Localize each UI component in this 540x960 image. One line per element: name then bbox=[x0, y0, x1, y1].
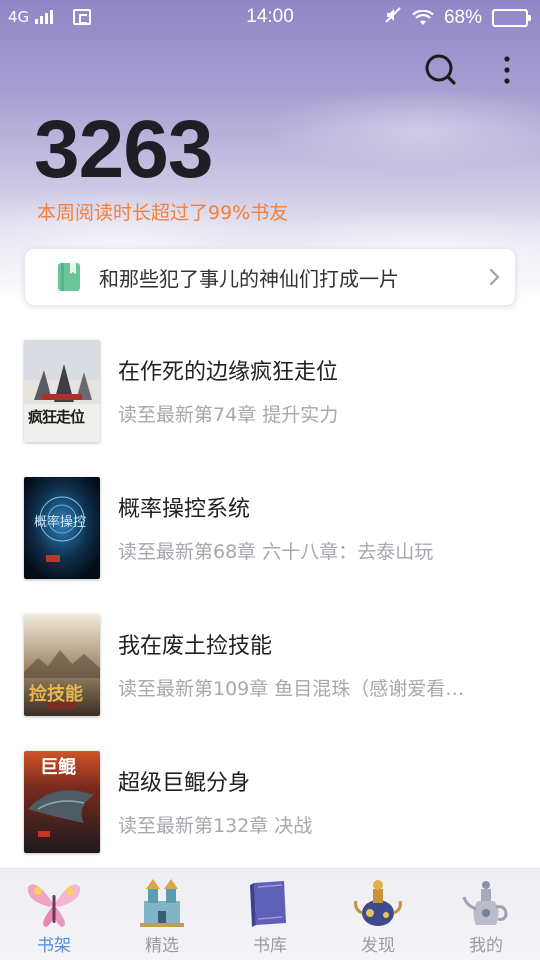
book-cover[interactable]: 捡技能 bbox=[24, 614, 100, 716]
mute-icon bbox=[384, 6, 402, 29]
book-icon bbox=[240, 875, 300, 931]
cover-title: 概率操控 bbox=[34, 515, 87, 530]
tab-label: 发现 bbox=[361, 936, 395, 956]
tab-library[interactable]: 书库 bbox=[216, 869, 324, 960]
cover-title: 疯狂走位 bbox=[28, 408, 85, 426]
book-progress: 读至最新第109章 鱼目混珠（感谢爱看… bbox=[118, 678, 465, 700]
reading-rank-text: 本周阅读时长超过了99%书友 bbox=[37, 202, 289, 224]
green-book-icon bbox=[57, 262, 81, 292]
book-cover[interactable]: 疯狂走位 bbox=[24, 340, 100, 442]
cover-title: 捡技能 bbox=[29, 684, 83, 705]
book-title: 在作死的边缘疯狂走位 bbox=[118, 360, 339, 385]
chevron-right-icon bbox=[475, 268, 515, 286]
tab-label: 我的 bbox=[469, 936, 503, 956]
banner-text: 和那些犯了事儿的神仙们打成一片 bbox=[99, 266, 399, 291]
tab-label: 书库 bbox=[253, 936, 287, 956]
bottom-tab-bar: 书架 精选 书库 发现 我的 bbox=[0, 868, 540, 960]
battery-icon bbox=[492, 8, 531, 27]
battery-percent: 68% bbox=[443, 6, 482, 28]
book-cover[interactable]: 概率操控 bbox=[24, 477, 100, 579]
tab-discover[interactable]: 发现 bbox=[324, 869, 432, 960]
tab-label: 精选 bbox=[145, 936, 179, 956]
more-vertical-icon[interactable] bbox=[495, 52, 519, 88]
book-title: 我在废土捡技能 bbox=[118, 634, 273, 659]
teapot-icon bbox=[456, 875, 516, 931]
book-cover[interactable]: 巨鲲 bbox=[24, 751, 100, 853]
potion-icon bbox=[348, 875, 408, 931]
book-progress: 读至最新第132章 决战 bbox=[118, 815, 313, 837]
recommendation-banner[interactable]: 和那些犯了事儿的神仙们打成一片 bbox=[24, 248, 516, 306]
tab-label: 书架 bbox=[37, 936, 71, 956]
status-bar: 4G 14:00 68% bbox=[0, 0, 540, 36]
castle-icon bbox=[132, 875, 192, 931]
book-progress: 读至最新第74章 提升实力 bbox=[118, 404, 339, 426]
search-icon[interactable] bbox=[422, 52, 458, 88]
book-progress: 读至最新第68章 六十八章：去泰山玩 bbox=[118, 541, 434, 563]
tab-profile[interactable]: 我的 bbox=[432, 869, 540, 960]
book-item[interactable]: 捡技能 我在废土捡技能 读至最新第109章 鱼目混珠（感谢爱看… bbox=[0, 614, 540, 734]
wifi-icon bbox=[412, 9, 434, 26]
tab-bookshelf[interactable]: 书架 bbox=[0, 869, 108, 960]
book-title: 超级巨鲲分身 bbox=[118, 771, 251, 796]
cover-title: 巨鲲 bbox=[40, 757, 76, 778]
book-item[interactable]: 疯狂走位 在作死的边缘疯狂走位 读至最新第74章 提升实力 bbox=[0, 340, 540, 460]
book-title: 概率操控系统 bbox=[118, 497, 251, 522]
book-item[interactable]: 概率操控 概率操控系统 读至最新第68章 六十八章：去泰山玩 bbox=[0, 477, 540, 597]
butterfly-icon bbox=[24, 875, 84, 931]
book-item[interactable]: 巨鲲 超级巨鲲分身 读至最新第132章 决战 bbox=[0, 751, 540, 871]
weekly-reading-minutes[interactable]: 3263 bbox=[34, 104, 213, 196]
tab-featured[interactable]: 精选 bbox=[108, 869, 216, 960]
